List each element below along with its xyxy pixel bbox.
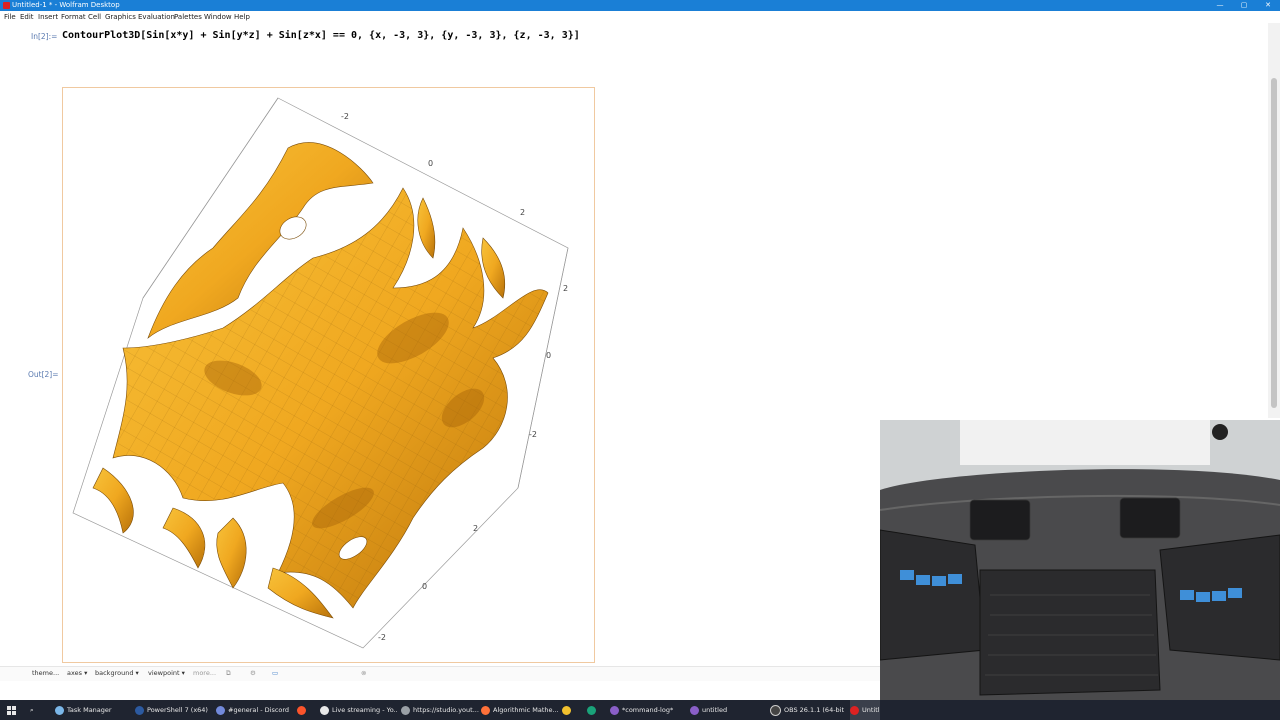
discord-icon	[216, 705, 225, 715]
taskbar-chrome[interactable]	[562, 700, 574, 720]
menu-palettes[interactable]: Palettes	[174, 11, 202, 23]
graphics-toolbar: theme... axes ▾ background ▾ viewpoint ▾…	[0, 666, 880, 681]
minimize-button[interactable]: —	[1208, 0, 1232, 11]
axis-tick-label: 2	[563, 284, 569, 293]
windows-start-icon[interactable]	[7, 706, 16, 715]
emacs-icon	[690, 705, 699, 715]
taskbar-command-log[interactable]: *command-log*	[610, 700, 685, 720]
menu-evaluation[interactable]: Evaluation	[138, 11, 175, 23]
menu-graphics[interactable]: Graphics	[105, 11, 136, 23]
taskbar-studio-youtube[interactable]: https://studio.yout...	[401, 700, 479, 720]
axis-tick-label: -2	[529, 430, 537, 439]
brave-icon	[297, 705, 306, 715]
window-title: Untitled-1 * - Wolfram Desktop	[12, 1, 120, 9]
copy-icon[interactable]: ⧉	[226, 669, 231, 678]
chrome-icon	[562, 705, 571, 715]
windows-taskbar: ⌕ Task Manager PowerShell 7 (x64) #gener…	[0, 700, 1280, 720]
more-button[interactable]: more...	[193, 669, 216, 677]
window-titlebar: Untitled-1 * - Wolfram Desktop — ▢ ✕	[0, 0, 1280, 11]
taskbar-powershell[interactable]: PowerShell 7 (x64)	[135, 700, 213, 720]
firefox-icon	[481, 705, 490, 715]
taskbar-brave[interactable]	[297, 700, 313, 720]
taskbar-task-manager[interactable]: Task Manager	[55, 700, 130, 720]
menu-cell[interactable]: Cell	[88, 11, 101, 23]
output-cell-label: Out[2]=	[28, 370, 59, 379]
axes-dropdown[interactable]: axes ▾	[67, 669, 87, 677]
axis-tick-label: 2	[520, 208, 526, 217]
edge-icon	[587, 705, 596, 715]
input-cell-label: In[2]:=	[31, 32, 58, 41]
taskbar-discord[interactable]: #general - Discord	[216, 700, 294, 720]
search-icon[interactable]: ⌕	[30, 700, 44, 720]
menu-bar: File Edit Insert Format Cell Graphics Ev…	[0, 11, 1280, 23]
theme-button[interactable]: theme...	[32, 669, 59, 677]
taskbar-algorithmic-math[interactable]: Algorithmic Mathe...	[481, 700, 559, 720]
keyboard-photo	[880, 420, 1280, 720]
wolfram-icon	[850, 705, 859, 715]
close-toolbar-icon[interactable]: ⊗	[361, 669, 366, 677]
chrome-icon	[320, 705, 329, 715]
powershell-icon	[135, 705, 144, 715]
webcam-overlay	[880, 420, 1280, 720]
axis-tick-label: 0	[428, 159, 434, 168]
menu-edit[interactable]: Edit	[20, 11, 34, 23]
maximize-button[interactable]: ▢	[1232, 0, 1256, 11]
taskbar-wolfram[interactable]: Untitl	[850, 700, 880, 720]
contour-plot-3d[interactable]: -2 0 2 2 0 -2 2 0 -2	[62, 87, 595, 663]
menu-window[interactable]: Window	[204, 11, 232, 23]
scrollbar-thumb[interactable]	[1271, 78, 1277, 408]
menu-format[interactable]: Format	[61, 11, 86, 23]
browser-icon	[401, 705, 410, 715]
obs-icon	[770, 704, 781, 716]
background-dropdown[interactable]: background ▾	[95, 669, 139, 677]
task-manager-icon	[55, 705, 64, 715]
gear-icon[interactable]: ⚙	[250, 669, 256, 677]
axis-tick-label: -2	[378, 633, 386, 642]
axis-tick-label: -2	[341, 112, 349, 121]
emacs-icon	[610, 705, 619, 715]
taskbar-untitled[interactable]: untitled	[690, 700, 760, 720]
menu-help[interactable]: Help	[234, 11, 250, 23]
axis-tick-label: 2	[473, 524, 479, 533]
wolfram-icon	[3, 2, 10, 9]
comment-icon[interactable]: ▭	[272, 669, 278, 677]
close-button[interactable]: ✕	[1256, 0, 1280, 11]
taskbar-edge[interactable]	[587, 700, 599, 720]
menu-file[interactable]: File	[4, 11, 16, 23]
menu-insert[interactable]: Insert	[38, 11, 58, 23]
axis-tick-label: 0	[422, 582, 428, 591]
axis-tick-label: 0	[546, 351, 552, 360]
notebook-scrollbar[interactable]	[1268, 23, 1280, 418]
taskbar-obs[interactable]: OBS 26.1.1 (64-bit,...	[770, 700, 844, 720]
plot-canvas	[72, 97, 569, 649]
taskbar-live-streaming[interactable]: Live streaming - Yo...	[320, 700, 398, 720]
viewpoint-dropdown[interactable]: viewpoint ▾	[148, 669, 185, 677]
input-cell-code[interactable]: ContourPlot3D[Sin[x*y] + Sin[y*z] + Sin[…	[62, 30, 580, 41]
